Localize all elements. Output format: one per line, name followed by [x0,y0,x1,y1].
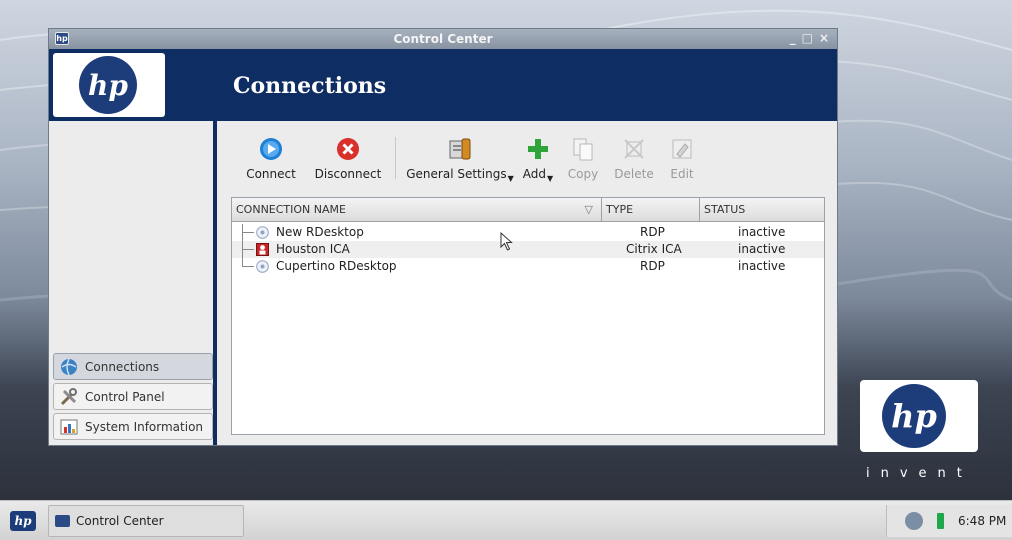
tree-line [242,249,254,250]
connections-panel: Connect Disconnect General Settings▼ Add [221,121,835,445]
table-row[interactable]: Houston ICA Citrix ICA inactive [232,241,824,258]
column-header-status[interactable]: STATUS [700,198,824,221]
maximize-button[interactable]: □ [802,31,813,45]
rdp-icon [256,260,269,273]
window-app-icon [55,515,70,527]
dropdown-arrow-icon: ▼ [507,174,514,183]
sidebar-item-label: System Information [85,419,204,434]
window-header: hp Connections [49,49,837,121]
edit-button[interactable]: Edit [665,127,699,187]
copy-button[interactable]: Copy [563,127,603,187]
sidebar: Connections Control Panel System Informa… [49,121,217,445]
battery-icon[interactable] [937,513,944,529]
settings-icon [447,135,473,163]
sidebar-item-label: Control Panel [85,389,165,404]
table-header: CONNECTION NAME ▽ TYPE STATUS [232,198,824,222]
chart-icon [58,417,80,437]
dropdown-arrow-icon: ▼ [547,174,554,183]
page-title: Connections [233,73,387,99]
desktop-tagline: invent [866,466,973,481]
copy-icon [570,135,596,163]
mouse-cursor-icon [500,232,513,251]
toolbar: Connect Disconnect General Settings▼ Add [229,127,829,187]
window-title: Control Center [393,32,493,46]
header-hp-logo: hp [53,53,165,117]
sort-arrow-icon: ▽ [584,203,593,216]
sidebar-item-system-information[interactable]: System Information [53,413,213,440]
add-button[interactable]: Add▼ [519,127,557,187]
citrix-icon [256,243,269,256]
connect-button[interactable]: Connect [241,127,301,187]
globe-icon [58,357,80,377]
cancel-icon [335,135,361,163]
taskbar: hp Control Center 6:48 PM [0,500,1012,540]
sidebar-item-control-panel[interactable]: Control Panel [53,383,213,410]
play-icon [258,135,284,163]
tree-line [242,266,254,267]
clock: 6:48 PM [958,514,1007,528]
disconnect-button[interactable]: Disconnect [309,127,387,187]
sidebar-item-connections[interactable]: Connections [53,353,213,380]
table-row[interactable]: Cupertino RDesktop RDP inactive [232,258,824,275]
column-header-type[interactable]: TYPE [602,198,700,221]
rdp-icon [256,226,269,239]
window-titlebar[interactable]: hp Control Center _ □ × [49,29,837,49]
system-tray: 6:48 PM [886,505,1012,537]
tools-icon [58,387,80,407]
start-menu-button[interactable]: hp [10,511,36,531]
network-icon[interactable] [905,512,923,530]
sidebar-item-label: Connections [85,359,160,374]
connections-table: CONNECTION NAME ▽ TYPE STATUS New RDeskt… [231,197,825,435]
delete-icon [621,135,647,163]
column-header-connection-name[interactable]: CONNECTION NAME ▽ [232,198,602,221]
delete-button[interactable]: Delete [609,127,659,187]
desktop-hp-logo: hp [860,380,978,452]
edit-icon [669,135,695,163]
tree-line [242,232,254,233]
minimize-button[interactable]: _ [790,31,796,45]
taskbar-item-control-center[interactable]: Control Center [48,505,244,537]
control-center-window: hp Control Center _ □ × hp Connections C… [48,28,838,446]
toolbar-divider [395,137,396,179]
plus-icon [525,135,551,163]
close-button[interactable]: × [819,31,829,45]
table-row[interactable]: New RDesktop RDP inactive [232,224,824,241]
general-settings-button[interactable]: General Settings▼ [403,127,517,187]
